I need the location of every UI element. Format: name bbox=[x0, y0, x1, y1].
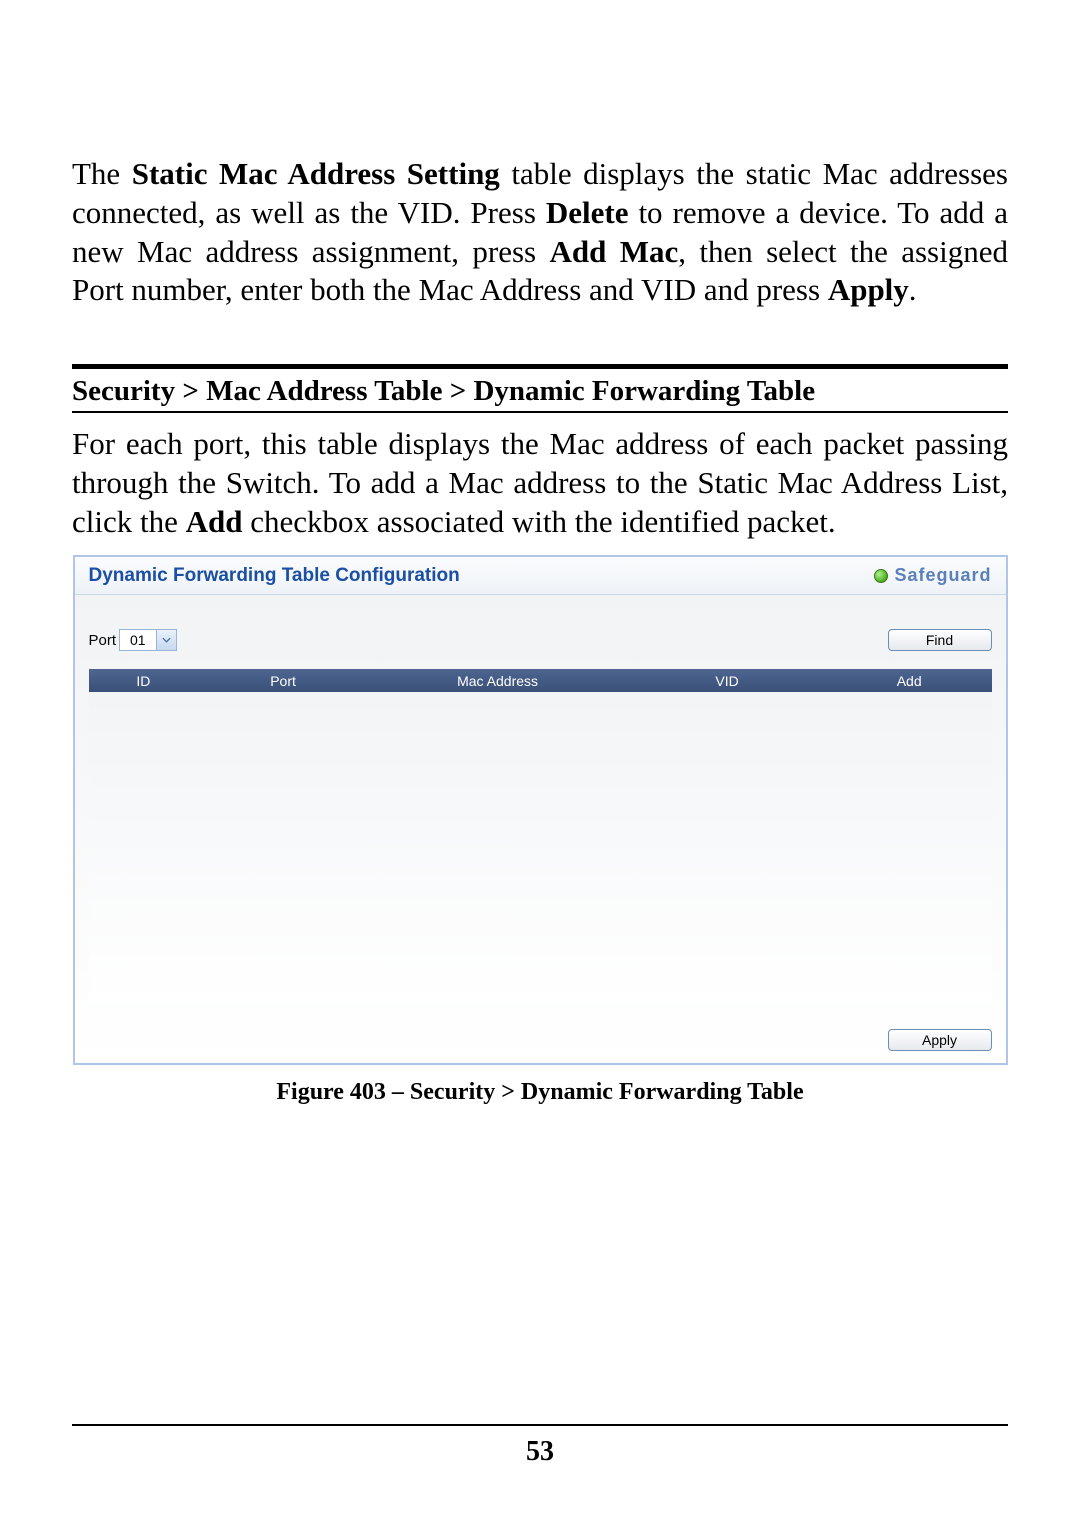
apply-button[interactable]: Apply bbox=[888, 1029, 992, 1051]
safeguard-badge: Safeguard bbox=[874, 565, 991, 586]
safeguard-label: Safeguard bbox=[894, 565, 991, 586]
port-dropdown[interactable]: 01 bbox=[119, 629, 177, 651]
panel-title: Dynamic Forwarding Table Configuration bbox=[89, 565, 460, 587]
page-footer: 53 bbox=[72, 1424, 1008, 1468]
column-header-id: ID bbox=[89, 673, 199, 689]
section-divider-top bbox=[72, 364, 1008, 369]
column-header-port: Port bbox=[198, 673, 368, 689]
dynamic-forwarding-paragraph: For each port, this table displays the M… bbox=[72, 425, 1008, 541]
safeguard-dot-icon bbox=[874, 569, 888, 583]
footer-divider bbox=[72, 1424, 1008, 1426]
apply-row: Apply bbox=[888, 1029, 992, 1051]
text: The bbox=[72, 156, 132, 191]
bold-add-mac: Add Mac bbox=[549, 234, 678, 269]
port-filter-row: Port 01 Find bbox=[75, 595, 1006, 669]
port-selected-value: 01 bbox=[120, 632, 156, 648]
text: . bbox=[909, 272, 917, 307]
figure-caption: Figure 403 – Security > Dynamic Forwardi… bbox=[72, 1079, 1008, 1106]
table-header-row: ID Port Mac Address VID Add bbox=[89, 669, 992, 692]
find-button[interactable]: Find bbox=[888, 629, 992, 651]
column-header-mac: Mac Address bbox=[368, 673, 627, 689]
bold-add: Add bbox=[186, 504, 243, 539]
column-header-vid: VID bbox=[627, 673, 827, 689]
text: checkbox associated with the identified … bbox=[243, 504, 836, 539]
column-header-add: Add bbox=[827, 673, 992, 689]
table-body-empty bbox=[89, 692, 992, 1002]
section-heading: Security > Mac Address Table > Dynamic F… bbox=[72, 375, 1008, 408]
bold-apply: Apply bbox=[828, 272, 909, 307]
page-number: 53 bbox=[72, 1436, 1008, 1468]
config-panel: Dynamic Forwarding Table Configuration S… bbox=[73, 555, 1008, 1065]
bold-delete: Delete bbox=[546, 195, 629, 230]
panel-header: Dynamic Forwarding Table Configuration S… bbox=[75, 557, 1006, 595]
bold-static-mac: Static Mac Address Setting bbox=[132, 156, 500, 191]
static-mac-paragraph: The Static Mac Address Setting table dis… bbox=[72, 155, 1008, 310]
port-label: Port bbox=[89, 632, 117, 649]
chevron-down-icon bbox=[156, 630, 176, 650]
section-divider-bottom bbox=[72, 411, 1008, 413]
port-select-group: Port 01 bbox=[89, 629, 177, 651]
